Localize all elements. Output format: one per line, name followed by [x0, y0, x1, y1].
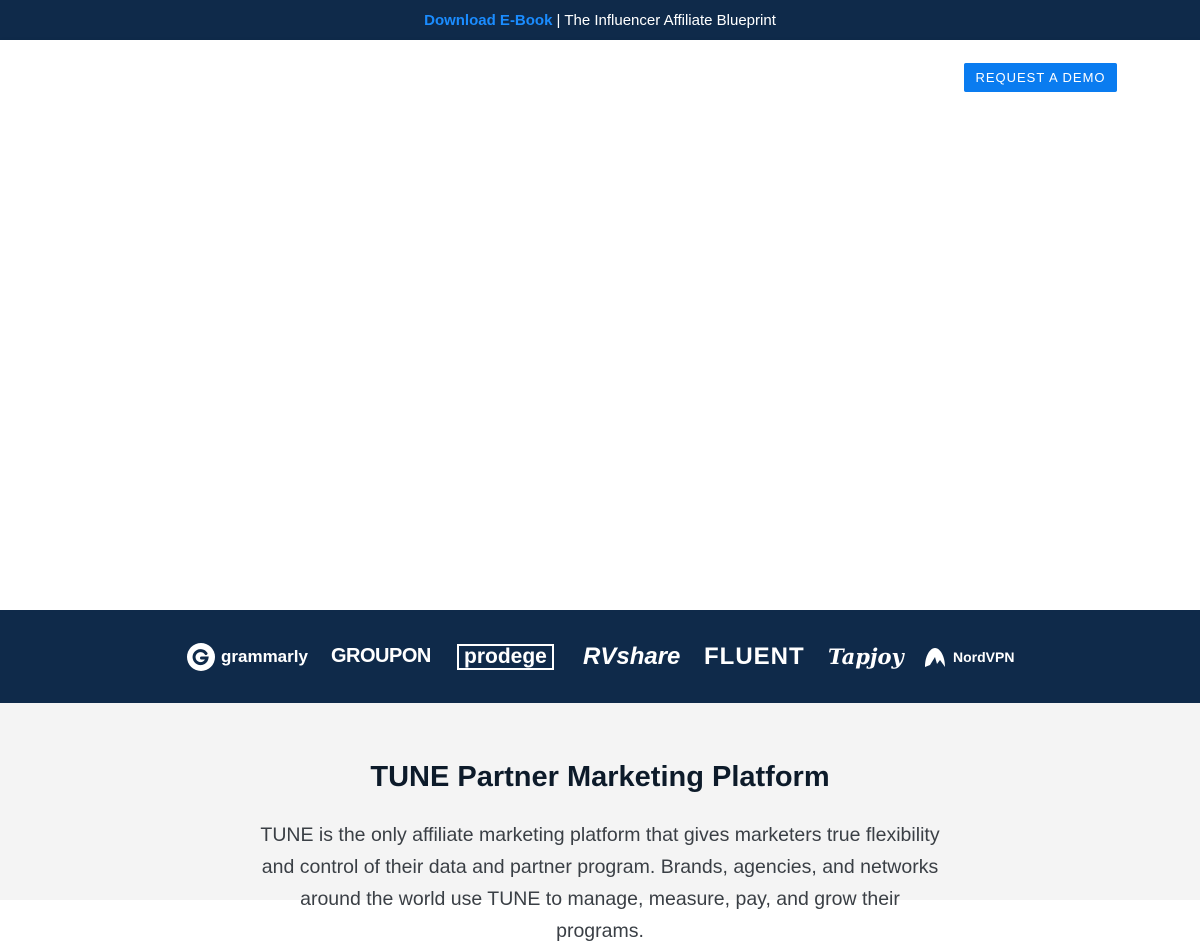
grammarly-logo: grammarly — [187, 610, 308, 703]
tapjoy-wordmark: Tapjoy — [828, 644, 904, 669]
promo-message: The Influencer Affiliate Blueprint — [564, 11, 776, 29]
nordvpn-wordmark: NordVPN — [953, 648, 1015, 665]
grammarly-g-icon — [187, 642, 215, 671]
groupon-wordmark: GROUPON — [331, 645, 431, 667]
rvshare-logo: RVshare — [583, 610, 680, 703]
platform-section: TUNE Partner Marketing Platform TUNE is … — [0, 703, 1200, 942]
fluent-logo: FLUENT — [704, 610, 805, 703]
prodege-wordmark: prodege — [457, 643, 554, 670]
fluent-wordmark: FLUENT — [704, 642, 805, 670]
hero-section — [0, 112, 1200, 610]
site-header: REQUEST A DEMO — [0, 40, 1200, 112]
promo-separator: | — [556, 11, 561, 29]
tapjoy-logo: Tapjoy — [828, 610, 904, 703]
client-logo-strip: grammarly GROUPON prodege RVshare FLUENT… — [0, 610, 1200, 703]
nordvpn-mountain-icon — [925, 647, 945, 667]
request-demo-button[interactable]: REQUEST A DEMO — [964, 63, 1117, 92]
download-ebook-link[interactable]: Download E-Book — [424, 12, 552, 29]
nordvpn-logo: NordVPN — [923, 610, 1014, 703]
rvshare-wordmark: RVshare — [583, 642, 681, 670]
grammarly-wordmark: grammarly — [221, 646, 308, 666]
prodege-logo: prodege — [457, 610, 554, 703]
platform-title: TUNE Partner Marketing Platform — [370, 761, 830, 793]
groupon-logo: GROUPON — [331, 610, 431, 703]
platform-description: TUNE is the only affiliate marketing pla… — [260, 824, 940, 942]
promo-banner: Download E-Book | The Influencer Affilia… — [0, 0, 1200, 40]
